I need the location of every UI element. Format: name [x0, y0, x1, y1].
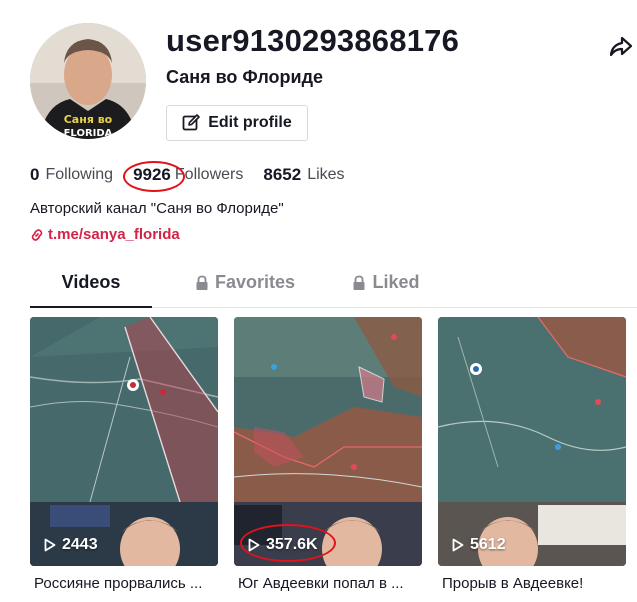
tab-favorites[interactable]: Favorites [180, 272, 310, 308]
likes-count: 8652 [263, 165, 302, 184]
view-count: 357.6K [248, 536, 318, 554]
edit-icon [182, 114, 201, 131]
view-count: 2443 [44, 536, 98, 554]
link-icon [31, 228, 43, 241]
video-card[interactable]: 5612 [438, 317, 626, 566]
followers-count: 9926 [133, 165, 171, 184]
video-card[interactable]: 2443 [30, 317, 218, 566]
video-caption[interactable]: Юг Авдеевки попал в ... [238, 574, 428, 594]
avatar[interactable]: Саня во FLORIDA [30, 23, 146, 139]
avatar-image: Саня во FLORIDA [30, 23, 146, 139]
play-icon [452, 538, 464, 552]
likes-label: Likes [307, 166, 345, 183]
view-count: 5612 [452, 536, 506, 554]
following-label: Following [45, 166, 114, 183]
profile-stats: 0 Following 9926 Followers 8652 Likes [30, 161, 365, 192]
lock-icon [353, 275, 365, 290]
avatar-shirt-text: Саня во [64, 113, 113, 126]
bio: Авторский канал "Саня во Флориде" [30, 200, 284, 217]
video-thumbnail [234, 317, 422, 566]
followers-stat[interactable]: 9926 Followers [123, 161, 244, 192]
username: user9130293868176 [166, 23, 460, 58]
tab-videos-label: Videos [61, 272, 121, 292]
likes-stat: 8652 Likes [263, 165, 344, 185]
view-count-value: 5612 [470, 536, 506, 553]
profile-tabs: Videos Favorites Liked [30, 272, 637, 308]
edit-profile-label: Edit profile [208, 114, 292, 131]
tab-videos[interactable]: Videos [30, 272, 152, 308]
play-icon [44, 538, 56, 552]
tab-favorites-label: Favorites [214, 272, 296, 292]
lock-icon [196, 275, 208, 290]
tab-liked-label: Liked [372, 272, 420, 292]
video-caption[interactable]: Прорыв в Авдеевке! [442, 574, 632, 594]
view-count-value: 357.6K [266, 536, 318, 553]
video-caption[interactable]: Россияне прорвались ... [34, 574, 224, 594]
following-count: 0 [30, 165, 40, 184]
view-count-value: 2443 [62, 536, 98, 553]
following-stat[interactable]: 0 Following [30, 165, 113, 185]
play-icon [248, 538, 260, 552]
video-thumbnail [30, 317, 218, 566]
profile-link[interactable]: t.me/sanya_florida [30, 226, 180, 243]
followers-label: Followers [174, 166, 244, 183]
avatar-shirt-text-2: FLORIDA [64, 128, 113, 139]
tab-liked[interactable]: Liked [346, 272, 426, 308]
profile-link-text: t.me/sanya_florida [48, 226, 180, 243]
share-icon[interactable] [608, 34, 634, 60]
nickname: Саня во Флориде [166, 67, 324, 87]
edit-profile-button[interactable]: Edit profile [166, 105, 308, 141]
video-thumbnail [438, 317, 626, 566]
video-card[interactable]: 357.6K [234, 317, 422, 566]
